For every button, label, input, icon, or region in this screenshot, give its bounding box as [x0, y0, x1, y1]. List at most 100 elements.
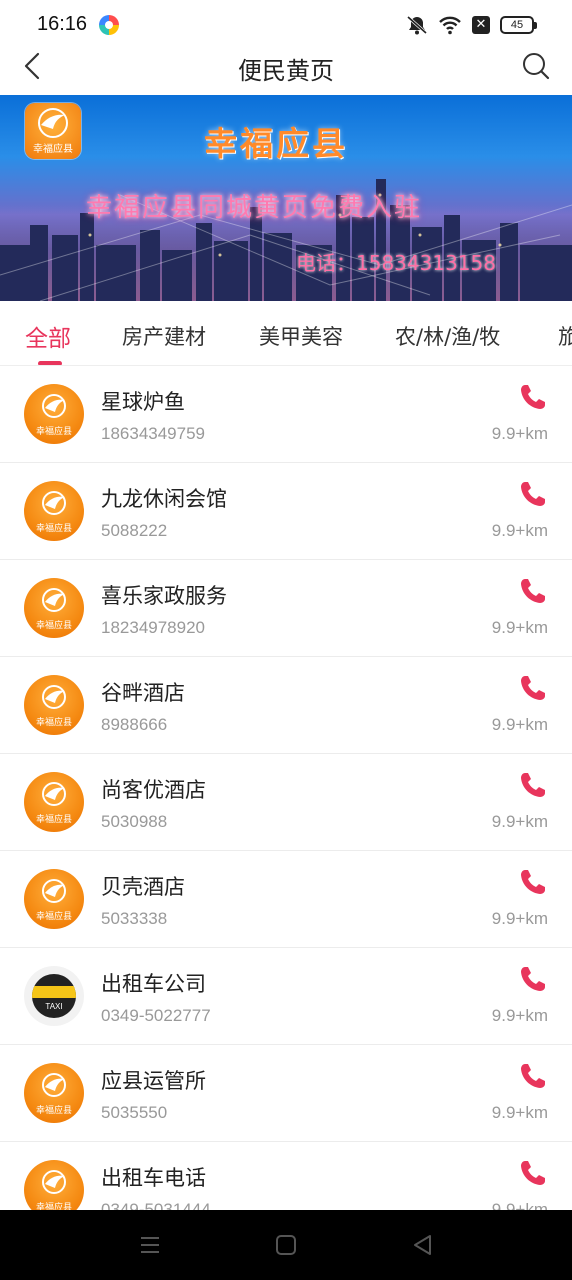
avatar: 幸福应县: [24, 578, 84, 638]
avatar: 幸福应县: [24, 1063, 84, 1123]
listing-name: 贝壳酒店: [101, 875, 185, 899]
avatar-label: 幸福应县: [35, 1203, 72, 1210]
list-item[interactable]: 幸福应县 出租车电话 0349-5031444 9.9+km: [0, 1142, 572, 1210]
menu-icon[interactable]: [137, 1232, 163, 1258]
listing-distance: 9.9+km: [491, 715, 548, 734]
listing-name: 出租车公司: [101, 972, 206, 996]
taxi-avatar: TAXI: [24, 966, 84, 1026]
avatar-label: 幸福应县: [35, 912, 72, 922]
banner-logo-text: 幸福应县: [33, 144, 73, 155]
promo-banner[interactable]: 幸福应县 幸福应县 幸福应县同城黄页免费入驻 电话：15834313158: [0, 95, 572, 301]
listing-distance: 9.9+km: [491, 812, 548, 831]
listing-name: 尚客优酒店: [101, 778, 206, 802]
listing-name: 谷畔酒店: [101, 681, 185, 705]
phone-call-icon[interactable]: [518, 1061, 548, 1091]
swallow-logo-icon: [42, 491, 66, 515]
nav-bar: 便民黄页: [0, 40, 572, 92]
status-time: 16:16: [37, 13, 88, 35]
list-item[interactable]: 幸福应县 谷畔酒店 8988666 9.9+km: [0, 657, 572, 754]
list-item[interactable]: TAXI 出租车公司 0349-5022777 9.9+km: [0, 948, 572, 1045]
app-icon: [99, 15, 119, 35]
avatar: 幸福应县: [24, 384, 84, 444]
banner-phone: 电话：15834313158: [296, 251, 496, 275]
listing-distance: 9.9+km: [491, 1006, 548, 1025]
list-item[interactable]: 幸福应县 尚客优酒店 5030988 9.9+km: [0, 754, 572, 851]
listing-phone: 18234978920: [101, 618, 206, 637]
avatar: 幸福应县: [24, 772, 84, 832]
avatar-label: 幸福应县: [35, 815, 72, 825]
phone-call-icon[interactable]: [518, 770, 548, 800]
listing-phone: 0349-5031444: [101, 1200, 211, 1210]
category-tabs: 全部 房产建材 美甲美容 农/林/渔/牧 旅: [0, 304, 572, 366]
phone-call-icon[interactable]: [518, 1158, 548, 1188]
swallow-logo-icon: [42, 1073, 66, 1097]
tab-all[interactable]: 全部: [25, 319, 71, 353]
listing-distance: 9.9+km: [491, 909, 548, 928]
swallow-logo-icon: [42, 782, 66, 806]
tab-agriculture[interactable]: 农/林/渔/牧: [395, 321, 500, 351]
swallow-logo-icon: [42, 879, 66, 903]
listing-phone: 5035550: [101, 1103, 168, 1122]
close-box-icon: ✕: [472, 16, 490, 34]
listing-list: 幸福应县 星球炉鱼 18634349759 9.9+km 幸福应县 九龙休闲会馆 50882…: [0, 366, 572, 1210]
tab-travel[interactable]: 旅: [558, 321, 572, 351]
phone-call-icon[interactable]: [518, 964, 548, 994]
listing-phone: 5030988: [101, 812, 168, 831]
listing-name: 九龙休闲会馆: [101, 487, 227, 511]
listing-distance: 9.9+km: [491, 521, 548, 540]
list-item[interactable]: 幸福应县 喜乐家政服务 18234978920 9.9+km: [0, 560, 572, 657]
battery-level: 45: [510, 19, 524, 31]
taxi-label: TAXI: [45, 1002, 63, 1011]
phone-call-icon[interactable]: [518, 867, 548, 897]
list-item[interactable]: 幸福应县 贝壳酒店 5033338 9.9+km: [0, 851, 572, 948]
listing-phone: 5088222: [101, 521, 168, 540]
back-triangle-icon[interactable]: [410, 1232, 436, 1258]
avatar: 幸福应县: [24, 675, 84, 735]
avatar: 幸福应县: [24, 869, 84, 929]
banner-title: 幸福应县: [204, 124, 348, 163]
battery-icon: 45: [500, 16, 537, 34]
listing-distance: 9.9+km: [491, 1200, 548, 1210]
page-title: 便民黄页: [238, 57, 334, 85]
list-item[interactable]: 幸福应县 九龙休闲会馆 5088222 9.9+km: [0, 463, 572, 560]
wifi-icon: [439, 16, 461, 35]
avatar: 幸福应县: [24, 1160, 84, 1210]
system-nav-bar: [0, 1210, 572, 1280]
listing-distance: 9.9+km: [491, 424, 548, 443]
tab-beauty[interactable]: 美甲美容: [259, 321, 343, 351]
listing-name: 星球炉鱼: [101, 390, 185, 414]
mute-icon: [407, 15, 427, 35]
avatar: 幸福应县: [24, 481, 84, 541]
listing-phone: 18634349759: [101, 424, 206, 443]
listing-name: 出租车电话: [101, 1166, 206, 1190]
swallow-logo-icon: [42, 685, 66, 709]
swallow-logo-icon: [42, 588, 66, 612]
avatar-label: 幸福应县: [35, 718, 72, 728]
swallow-logo-icon: [38, 108, 68, 138]
tab-real-estate[interactable]: 房产建材: [122, 321, 206, 351]
listing-distance: 9.9+km: [491, 1103, 548, 1122]
listing-distance: 9.9+km: [491, 618, 548, 637]
home-icon[interactable]: [273, 1232, 299, 1258]
status-icons: ✕ 45: [406, 14, 537, 36]
list-item[interactable]: 幸福应县 星球炉鱼 18634349759 9.9+km: [0, 366, 572, 463]
listing-name: 喜乐家政服务: [101, 584, 227, 608]
phone-call-icon[interactable]: [518, 382, 548, 412]
banner-subtitle: 幸福应县同城黄页免费入驻: [86, 193, 423, 223]
listing-phone: 5033338: [101, 909, 168, 928]
swallow-logo-icon: [42, 1170, 66, 1194]
phone-call-icon[interactable]: [518, 576, 548, 606]
banner-logo: 幸福应县: [25, 103, 81, 159]
list-item[interactable]: 幸福应县 应县运管所 5035550 9.9+km: [0, 1045, 572, 1142]
listing-phone: 0349-5022777: [101, 1006, 211, 1025]
listing-name: 应县运管所: [101, 1069, 206, 1093]
swallow-logo-icon: [42, 394, 66, 418]
avatar-label: 幸福应县: [35, 621, 72, 631]
avatar-label: 幸福应县: [35, 524, 72, 534]
avatar-label: 幸福应县: [35, 1106, 72, 1116]
phone-call-icon[interactable]: [518, 673, 548, 703]
listing-phone: 8988666: [101, 715, 168, 734]
phone-call-icon[interactable]: [518, 479, 548, 509]
search-icon[interactable]: [518, 48, 554, 84]
avatar-label: 幸福应县: [35, 427, 72, 437]
